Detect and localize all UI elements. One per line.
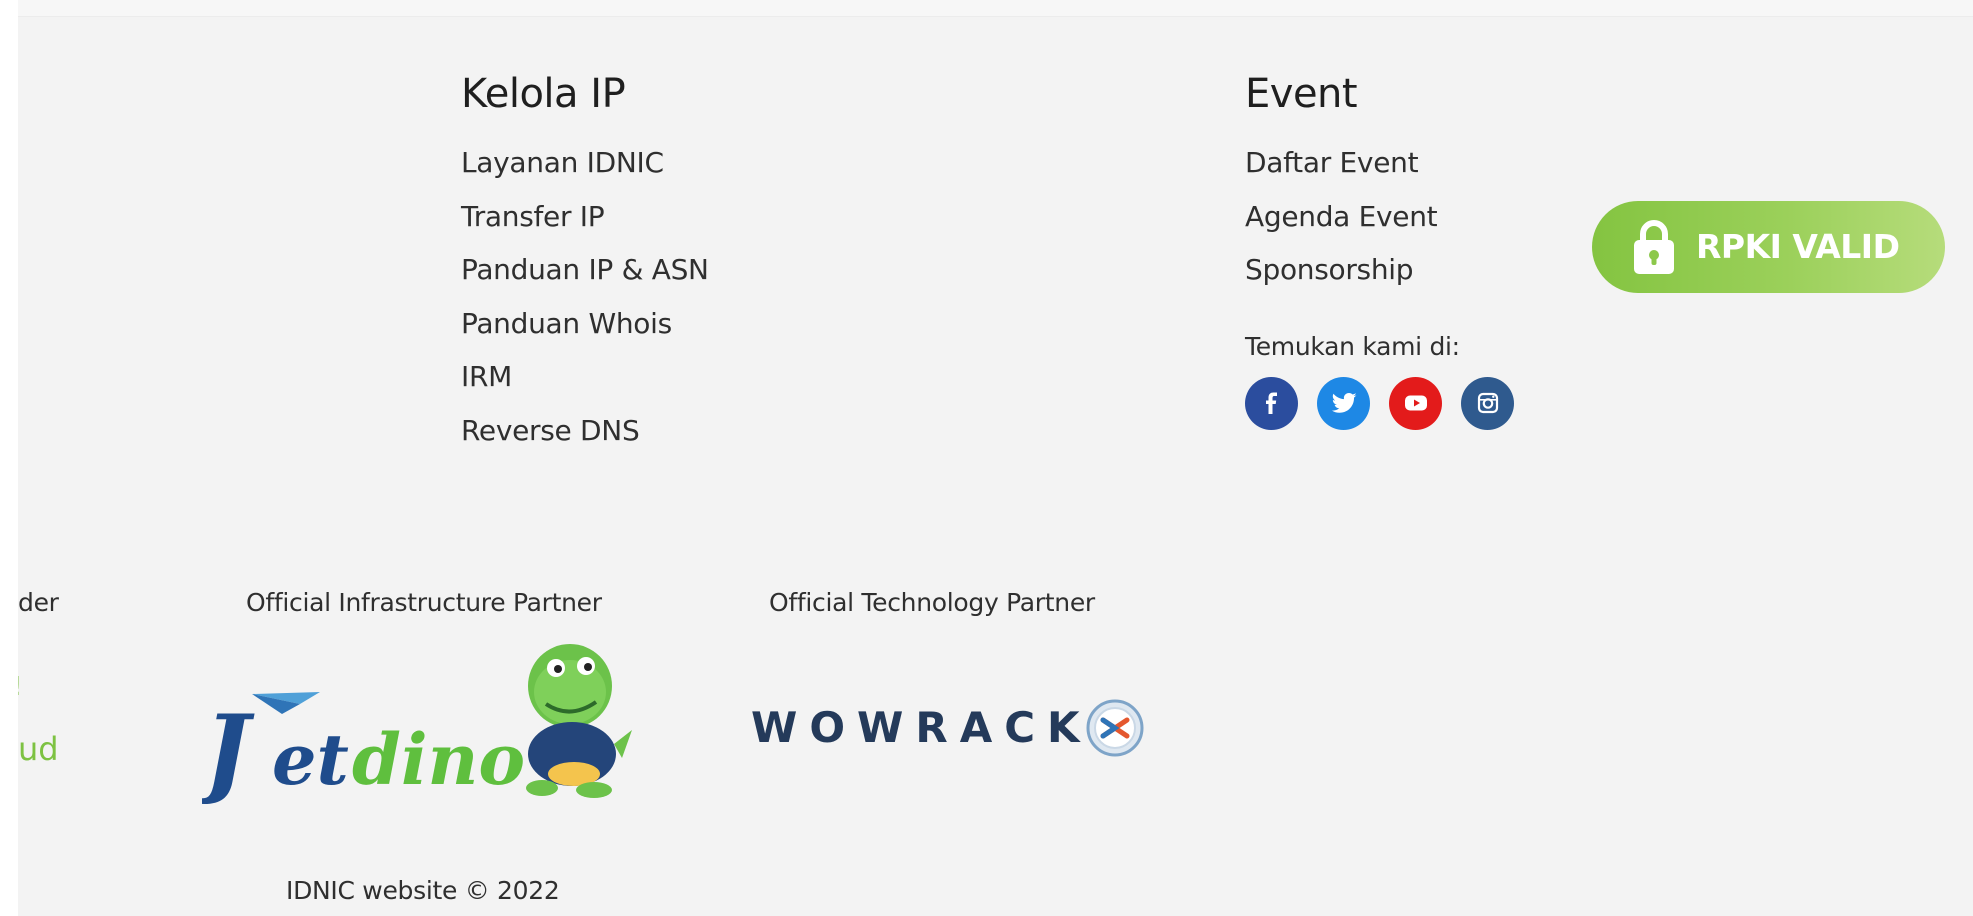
social-label: Temukan kami di: (1245, 331, 1460, 361)
lock-icon (1634, 220, 1674, 274)
svg-text:WOWRACK: WOWRACK (751, 703, 1092, 752)
twitter-icon[interactable] (1317, 376, 1370, 430)
partner-logo-fragment: ud (18, 730, 59, 768)
svg-text:dino: dino (352, 718, 525, 801)
link-transfer-ip[interactable]: Transfer IP (461, 190, 709, 244)
technology-partner-label: Official Technology Partner (769, 588, 1095, 617)
instagram-icon[interactable] (1461, 376, 1514, 430)
link-panduan-ip-asn[interactable]: Panduan IP & ASN (461, 243, 709, 297)
link-reverse-dns[interactable]: Reverse DNS (461, 404, 709, 458)
svg-text:et: et (272, 718, 349, 801)
link-daftar-event[interactable]: Daftar Event (1245, 136, 1514, 190)
copyright-text: IDNIC website © 2022 (286, 876, 560, 905)
wowrack-logo[interactable]: WOWRACK (751, 694, 1151, 760)
kelola-ip-links: Layanan IDNIC Transfer IP Panduan IP & A… (461, 136, 709, 457)
partner-logo-fragment-top: ! (18, 674, 22, 700)
rpki-label: RPKI VALID (1696, 227, 1900, 266)
event-heading: Event (1245, 71, 1358, 117)
footer-top-band (18, 0, 1973, 17)
youtube-icon[interactable] (1389, 376, 1442, 430)
rpki-valid-badge[interactable]: RPKI VALID (1592, 201, 1945, 293)
link-panduan-whois[interactable]: Panduan Whois (461, 297, 709, 351)
link-agenda-event[interactable]: Agenda Event (1245, 190, 1514, 244)
event-links: Daftar Event Agenda Event Sponsorship (1245, 136, 1514, 297)
jetdino-logo[interactable]: J et dino (188, 634, 642, 807)
link-irm[interactable]: IRM (461, 350, 709, 404)
site-footer: Kelola IP Layanan IDNIC Transfer IP Pand… (18, 0, 1973, 916)
social-icons (1245, 376, 1514, 430)
partner-label-cut: der (18, 588, 59, 617)
event-column: Event Daftar Event Agenda Event Sponsors… (1245, 70, 1514, 430)
infrastructure-partner-label: Official Infrastructure Partner (246, 588, 602, 617)
svg-text:J: J (202, 694, 255, 804)
facebook-icon[interactable] (1245, 376, 1298, 430)
kelola-ip-column: Kelola IP Layanan IDNIC Transfer IP Pand… (461, 70, 709, 457)
link-layanan-idnic[interactable]: Layanan IDNIC (461, 136, 709, 190)
kelola-ip-heading: Kelola IP (461, 71, 626, 117)
link-sponsorship[interactable]: Sponsorship (1245, 243, 1514, 297)
